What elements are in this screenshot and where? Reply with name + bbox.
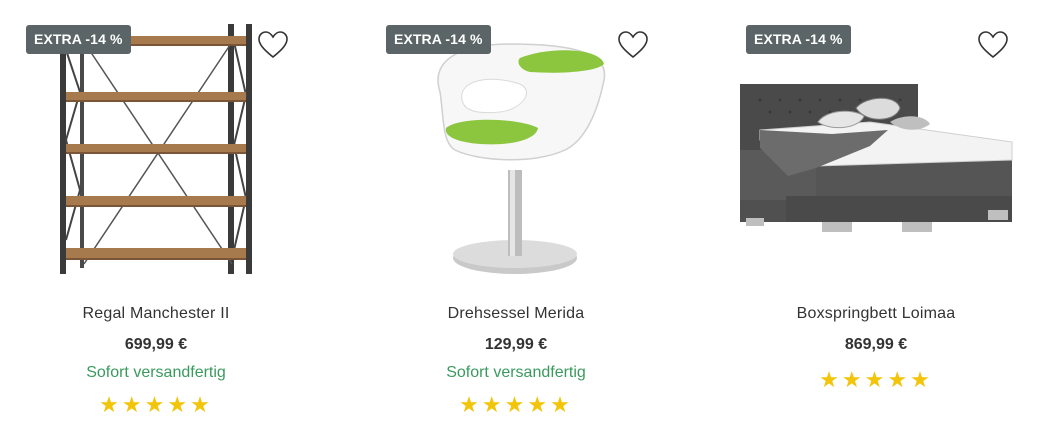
star-icon: ★ [504,392,528,417]
star-icon: ★ [910,367,933,392]
product-card[interactable]: EXTRA -14 % Drehsessel Merida 129,99 € S… [360,0,700,435]
rating-stars: ★★★★★ [0,392,312,418]
star-icon: ★ [819,367,842,392]
star-icon: ★ [121,392,145,417]
star-icon: ★ [167,392,191,417]
rating-stars: ★★★★★ [360,392,672,418]
star-icon: ★ [99,392,122,417]
star-icon: ★ [841,367,865,392]
star-icon: ★ [527,392,551,417]
product-card[interactable]: EXTRA -14 % Boxspringbett Loimaa 869,99 … [720,0,1052,435]
product-name[interactable]: Regal Manchester II [0,305,312,323]
heart-icon[interactable] [257,30,289,60]
product-name[interactable]: Drehsessel Merida [360,305,672,323]
star-icon: ★ [459,392,482,417]
product-price: 699,99 € [124,336,188,353]
product-card[interactable]: EXTRA -14 % Regal Manchester II 699,99 €… [0,0,340,435]
star-icon: ★ [887,367,911,392]
product-grid: EXTRA -14 % Regal Manchester II 699,99 €… [0,0,1052,435]
heart-icon[interactable] [977,30,1009,60]
product-price: 129,99 € [484,336,548,353]
rating-stars: ★★★★★ [720,367,1032,393]
star-icon: ★ [190,392,213,417]
availability-status: Sofort versandfertig [86,364,226,381]
heart-icon[interactable] [617,30,649,60]
discount-badge: EXTRA -14 % [746,25,851,54]
discount-badge: EXTRA -14 % [386,25,491,54]
product-price: 869,99 € [844,336,908,353]
discount-badge: EXTRA -14 % [26,25,131,54]
product-name[interactable]: Boxspringbett Loimaa [720,305,1032,323]
star-icon: ★ [144,392,168,417]
star-icon: ★ [481,392,505,417]
star-icon: ★ [550,392,573,417]
star-icon: ★ [864,367,888,392]
availability-status: Sofort versandfertig [446,364,586,381]
